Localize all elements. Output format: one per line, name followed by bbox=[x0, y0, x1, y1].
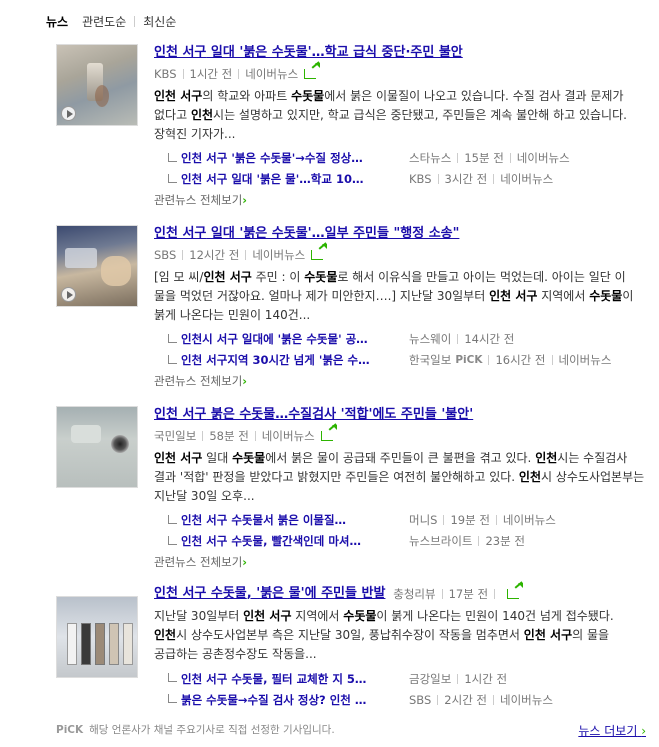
related-source: SBS bbox=[409, 692, 432, 707]
related-source: 뉴스웨이 bbox=[409, 332, 452, 346]
related-news-item: 인천 서구 수돗물서 붉은 이물질… 머니S 19분 전 네이버뉴스 bbox=[154, 510, 646, 531]
naver-news-link[interactable]: 네이버뉴스 bbox=[517, 150, 570, 166]
article-thumbnail[interactable] bbox=[56, 406, 138, 488]
news-item: 인천 서구 일대 '붉은 수돗물'…일부 주민들 "행정 소송" SBS 12시간… bbox=[56, 225, 646, 388]
sub-item-marker-icon bbox=[168, 333, 177, 343]
related-time: 19분 전 bbox=[450, 513, 490, 527]
article-time: 58분 전 bbox=[209, 428, 249, 443]
sub-item-marker-icon bbox=[168, 354, 177, 364]
related-source: 머니S bbox=[409, 513, 438, 527]
article-title[interactable]: 인천 서구 수돗물, '붉은 물'에 주민들 반발 bbox=[154, 585, 385, 603]
related-news-list: 인천 서구 '붉은 수돗물'→수질 정상… 스타뉴스 15분 전 네이버뉴스 인… bbox=[154, 148, 646, 190]
related-news-all-link[interactable]: 관련뉴스 전체보기› bbox=[154, 371, 646, 391]
related-time: 14시간 전 bbox=[464, 332, 515, 346]
share-icon[interactable] bbox=[311, 243, 328, 260]
naver-news-link[interactable]: 네이버뉴스 bbox=[500, 692, 553, 708]
related-time: 15분 전 bbox=[464, 151, 504, 165]
share-icon[interactable] bbox=[507, 582, 524, 599]
related-source: 한국일보 bbox=[409, 353, 452, 367]
article-thumbnail[interactable] bbox=[56, 596, 138, 678]
related-news-all-link[interactable]: 관련뉴스 전체보기› bbox=[154, 190, 646, 210]
article-meta: 충청리뷰 17분 전 bbox=[393, 582, 524, 603]
article-meta: 국민일보 58분 전 네이버뉴스 bbox=[154, 424, 646, 445]
naver-news-link[interactable]: 네이버뉴스 bbox=[252, 246, 305, 264]
related-source: KBS bbox=[409, 172, 432, 186]
sub-item-marker-icon bbox=[168, 514, 177, 524]
sub-item-marker-icon bbox=[168, 694, 177, 703]
article-title[interactable]: 인천 서구 붉은 수돗물…수질검사 '적합'에도 주민들 '불안' bbox=[154, 406, 473, 424]
article-snippet: 지난달 30일부터 인천 서구 지역에서 수돗물이 붉게 나온다는 민원이 14… bbox=[154, 609, 614, 661]
related-news-item: 붉은 수돗물→수질 검사 정상? 인천 … SBS 2시간 전 네이버뉴스 bbox=[154, 689, 646, 710]
sub-item-marker-icon bbox=[168, 535, 177, 545]
tab-latest[interactable]: 최신순 bbox=[143, 13, 176, 30]
news-item: 인천 서구 붉은 수돗물…수질검사 '적합'에도 주민들 '불안' 국민일보 58… bbox=[56, 406, 646, 569]
related-time: 1시간 전 bbox=[464, 671, 508, 686]
related-news-all-link[interactable]: 관련뉴스 전체보기› bbox=[154, 552, 646, 572]
related-source: 뉴스브라이트 bbox=[409, 534, 473, 548]
related-source: 스타뉴스 bbox=[409, 151, 452, 165]
related-title[interactable]: 붉은 수돗물→수질 검사 정상? 인천 … bbox=[181, 692, 397, 708]
news-footer: PiCK 해당 언론사가 채널 주요기사로 직접 선정한 기사입니다. 뉴스 더보… bbox=[56, 722, 646, 740]
related-news-item: 인천 서구 일대 '붉은 물'…학교 10… KBS 3시간 전 네이버뉴스 bbox=[154, 169, 646, 190]
article-meta: KBS 1시간 전 네이버뉴스 bbox=[154, 62, 646, 83]
article-snippet: 인천 서구의 학교와 아파트 수돗물에서 붉은 이물질이 나오고 있습니다. 수… bbox=[154, 88, 627, 141]
news-item: 인천 서구 수돗물, '붉은 물'에 주민들 반발 충청리뷰 17분 전 지난달 … bbox=[56, 582, 646, 710]
article-thumbnail[interactable] bbox=[56, 44, 138, 126]
naver-news-link[interactable]: 네이버뉴스 bbox=[503, 512, 556, 528]
naver-news-link[interactable]: 네이버뉴스 bbox=[245, 65, 298, 83]
pick-badge: PiCK bbox=[455, 354, 483, 366]
article-title[interactable]: 인천 서구 일대 '붉은 수돗물'…일부 주민들 "행정 소송" bbox=[154, 225, 459, 243]
article-title[interactable]: 인천 서구 일대 '붉은 수돗물'…학교 급식 중단·주민 불안 bbox=[154, 44, 463, 62]
related-title[interactable]: 인천 서구 수돗물, 빨간색인데 마셔… bbox=[181, 533, 397, 549]
news-item: 인천 서구 일대 '붉은 수돗물'…학교 급식 중단·주민 불안 KBS 1시간 … bbox=[56, 44, 646, 207]
article-thumbnail[interactable] bbox=[56, 225, 138, 307]
tab-divider bbox=[134, 15, 136, 27]
related-news-item: 인천 서구 수돗물, 빨간색인데 마셔… 뉴스브라이트 23분 전 bbox=[154, 531, 646, 552]
naver-news-link[interactable]: 네이버뉴스 bbox=[262, 427, 315, 445]
sub-item-marker-icon bbox=[168, 173, 177, 183]
pick-label: PiCK bbox=[56, 724, 84, 736]
related-news-item: 인천 서구 '붉은 수돗물'→수질 정상… 스타뉴스 15분 전 네이버뉴스 bbox=[154, 148, 646, 169]
article-meta: SBS 12시간 전 네이버뉴스 bbox=[154, 243, 646, 264]
related-title[interactable]: 인천 서구 수돗물서 붉은 이물질… bbox=[181, 512, 397, 528]
related-source: 금강일보 bbox=[409, 671, 452, 686]
related-news-list: 인천 서구 수돗물서 붉은 이물질… 머니S 19분 전 네이버뉴스 인천 서구… bbox=[154, 510, 646, 552]
tab-news[interactable]: 뉴스 bbox=[46, 13, 68, 30]
play-icon[interactable] bbox=[61, 287, 76, 302]
article-snippet: [임 모 씨/인천 서구 주민 : 이 수돗물로 해서 이유식을 만들고 아이는… bbox=[154, 269, 634, 322]
article-time: 12시간 전 bbox=[189, 247, 240, 262]
related-title[interactable]: 인천 서구 수돗물, 필터 교체한 지 5… bbox=[181, 671, 397, 687]
article-snippet: 인천 서구 일대 수돗물에서 붉은 물이 공급돼 주민들이 큰 불편을 겪고 있… bbox=[154, 450, 645, 503]
related-title[interactable]: 인천 서구 일대 '붉은 물'…학교 10… bbox=[181, 171, 397, 187]
related-time: 23분 전 bbox=[485, 534, 525, 548]
more-news-link[interactable]: 뉴스 더보기 › bbox=[578, 722, 646, 739]
article-time: 1시간 전 bbox=[189, 66, 233, 81]
news-tabs: 뉴스 관련도순 최신순 bbox=[46, 12, 176, 30]
article-source: 국민일보 bbox=[154, 428, 197, 443]
article-source: KBS bbox=[154, 66, 177, 81]
related-news-item: 인천 서구지역 30시간 넘게 '붉은 수… 한국일보 PiCK 16시간 전 … bbox=[154, 350, 646, 371]
article-time: 17분 전 bbox=[448, 586, 489, 601]
play-icon[interactable] bbox=[61, 106, 76, 121]
naver-news-link[interactable]: 네이버뉴스 bbox=[500, 171, 553, 187]
related-news-item: 인천 서구 수돗물, 필터 교체한 지 5… 금강일보 1시간 전 bbox=[154, 668, 646, 689]
related-time: 16시간 전 bbox=[495, 353, 546, 367]
article-source: 충청리뷰 bbox=[393, 586, 436, 601]
article-source: SBS bbox=[154, 247, 177, 262]
sub-item-marker-icon bbox=[168, 673, 177, 682]
related-time: 3시간 전 bbox=[444, 172, 488, 186]
share-icon[interactable] bbox=[320, 424, 337, 441]
related-news-list: 인천 서구 수돗물, 필터 교체한 지 5… 금강일보 1시간 전 붉은 수돗물… bbox=[154, 668, 646, 710]
related-news-list: 인천시 서구 일대에 '붉은 수돗물' 공… 뉴스웨이 14시간 전 인천 서구… bbox=[154, 329, 646, 371]
tab-relevance[interactable]: 관련도순 bbox=[82, 13, 126, 30]
naver-news-link[interactable]: 네이버뉴스 bbox=[559, 352, 612, 368]
related-time: 2시간 전 bbox=[444, 692, 488, 707]
related-title[interactable]: 인천시 서구 일대에 '붉은 수돗물' 공… bbox=[181, 331, 397, 347]
related-title[interactable]: 인천 서구지역 30시간 넘게 '붉은 수… bbox=[181, 352, 397, 368]
related-news-item: 인천시 서구 일대에 '붉은 수돗물' 공… 뉴스웨이 14시간 전 bbox=[154, 329, 646, 350]
related-title[interactable]: 인천 서구 '붉은 수돗물'→수질 정상… bbox=[181, 150, 397, 166]
share-icon[interactable] bbox=[304, 62, 321, 79]
sub-item-marker-icon bbox=[168, 152, 177, 162]
pick-description: 해당 언론사가 채널 주요기사로 직접 선정한 기사입니다. bbox=[89, 724, 335, 736]
